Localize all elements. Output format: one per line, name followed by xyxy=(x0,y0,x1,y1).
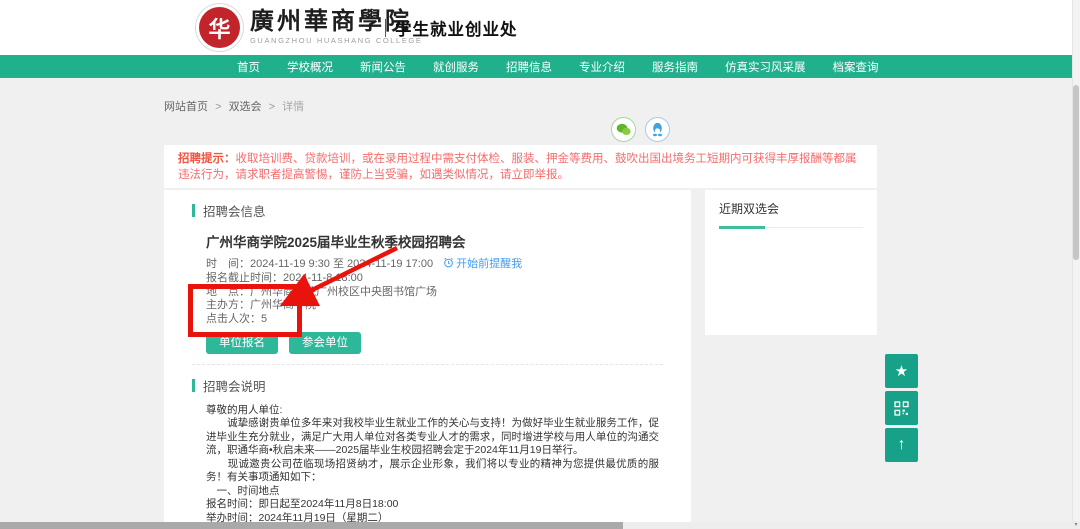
place-value: 广州华商学院广州校区中央图书馆广场 xyxy=(250,286,437,298)
back-to-top-button[interactable]: ↑ xyxy=(885,428,918,462)
attending-units-button[interactable]: 参会单位 xyxy=(289,332,361,354)
fair-time-line: 时 间：2024-11-19 9:30 至 2024-11-19 17:00 开始… xyxy=(206,257,661,272)
nav-item-service-guide[interactable]: 服务指南 xyxy=(652,59,698,75)
site-header: 华 廣州華商學院 GUANGZHOU HUASHANG COLLEGE 学生就业… xyxy=(0,0,1080,55)
article-paragraph: 报名时间：即日起至2024年11月8日18:00 xyxy=(206,498,659,512)
nav-item-major-intro[interactable]: 专业介绍 xyxy=(579,59,625,75)
logo-glyph: 华 xyxy=(208,12,230,44)
nav-item-recruit-info[interactable]: 招聘信息 xyxy=(506,59,552,75)
recent-fairs-panel: 近期双选会 xyxy=(705,190,877,335)
time-label: 时 间： xyxy=(206,258,250,270)
wechat-share-icon[interactable] xyxy=(611,117,636,142)
warning-prefix: 招聘提示： xyxy=(178,153,236,165)
fair-place-line: 地 点：广州华商学院广州校区中央图书馆广场 xyxy=(206,286,661,300)
warning-text: 收取培训费、贷款培训，或在录用过程中需支付体检、服装、押金等费用、鼓吹出国出境务… xyxy=(178,153,857,181)
clicks-label: 点击人次： xyxy=(206,313,261,325)
breadcrumb-home[interactable]: 网站首页 xyxy=(164,101,208,113)
fair-button-row: 单位报名 参会单位 xyxy=(206,332,661,354)
place-label: 地 点： xyxy=(206,286,250,298)
time-value: 2024-11-19 9:30 至 2024-11-19 17:00 xyxy=(250,258,433,270)
host-label: 主办方： xyxy=(206,299,250,311)
breadcrumb-separator: > xyxy=(269,101,275,113)
star-icon: ★ xyxy=(895,362,908,380)
alarm-clock-icon xyxy=(443,257,454,268)
up-arrow-icon: ↑ xyxy=(898,436,906,454)
horizontal-scrollbar-track[interactable] xyxy=(0,522,1072,529)
main-nav: 首页 学校概况 新闻公告 就创服务 招聘信息 专业介绍 服务指南 仿真实习风采展… xyxy=(0,55,1080,78)
vertical-scrollbar-thumb[interactable] xyxy=(1073,85,1079,260)
dept-name: 学生就业创业处 xyxy=(395,16,518,40)
qr-code-button[interactable] xyxy=(885,391,918,425)
qr-code-icon xyxy=(894,401,909,416)
horizontal-scrollbar-thumb[interactable] xyxy=(0,522,623,529)
breadcrumb-separator: > xyxy=(215,101,221,113)
fair-info-section-title: 招聘会信息 xyxy=(203,201,266,220)
unit-register-button[interactable]: 单位报名 xyxy=(206,332,278,354)
share-bar xyxy=(611,117,670,142)
fair-desc-section-header: 招聘会说明 xyxy=(192,376,691,395)
breadcrumb: 网站首页 > 双选会 > 详情 xyxy=(164,98,304,114)
deadline-label: 报名截止时间： xyxy=(206,272,283,284)
fair-deadline-line: 报名截止时间：2024-11-8 18:00 xyxy=(206,272,661,286)
fair-detail-block: 广州华商学院2025届毕业生秋季校园招聘会 时 间：2024-11-19 9:3… xyxy=(164,220,691,354)
fair-title: 广州华商学院2025届毕业生秋季校园招聘会 xyxy=(206,235,661,251)
article-paragraph: 诚挚感谢贵单位多年来对我校毕业生就业工作的关心与支持！为做好毕业生就业服务工作，… xyxy=(206,417,659,458)
nav-item-employment-service[interactable]: 就创服务 xyxy=(433,59,479,75)
article-paragraph: 尊敬的用人单位: xyxy=(206,404,659,418)
deadline-value: 2024-11-8 18:00 xyxy=(283,272,363,284)
breadcrumb-current: 详情 xyxy=(282,101,304,113)
dept-block: 学生就业创业处 xyxy=(385,16,518,40)
school-logo-icon[interactable]: 华 xyxy=(199,7,240,48)
fair-info-section-header: 招聘会信息 xyxy=(192,201,691,220)
fair-desc-section-title: 招聘会说明 xyxy=(203,376,266,395)
fair-clicks-line: 点击人次：5 xyxy=(206,313,661,327)
section-accent-bar xyxy=(192,379,195,392)
host-value: 广州华商学院 xyxy=(250,299,316,311)
recruit-warning-notice: 招聘提示：收取培训费、贷款培训，或在录用过程中需支付体检、服装、押金等费用、鼓吹… xyxy=(164,145,877,188)
nav-item-school-overview[interactable]: 学校概况 xyxy=(287,59,333,75)
nav-item-simulation-internship[interactable]: 仿真实习风采展 xyxy=(725,59,806,75)
fair-host-line: 主办方：广州华商学院 xyxy=(206,299,661,313)
section-divider xyxy=(192,364,663,365)
fair-description-article: 尊敬的用人单位: 诚挚感谢贵单位多年来对我校毕业生就业工作的关心与支持！为做好毕… xyxy=(164,395,691,529)
article-paragraph: 一、时间地点 xyxy=(206,485,659,499)
remind-me-link[interactable]: 开始前提醒我 xyxy=(443,258,522,270)
divider xyxy=(385,19,386,37)
nav-item-home[interactable]: 首页 xyxy=(237,59,260,75)
recent-fairs-title: 近期双选会 xyxy=(719,200,863,217)
sidebar-title-underline xyxy=(719,226,863,229)
nav-item-archive-query[interactable]: 档案查询 xyxy=(833,59,879,75)
breadcrumb-fair-list[interactable]: 双选会 xyxy=(229,101,262,113)
qq-share-icon[interactable] xyxy=(645,117,670,142)
favorite-button[interactable]: ★ xyxy=(885,354,918,388)
vertical-scrollbar-track[interactable] xyxy=(1072,0,1080,529)
clicks-value: 5 xyxy=(261,313,267,325)
fair-info-card: 招聘会信息 广州华商学院2025届毕业生秋季校园招聘会 时 间：2024-11-… xyxy=(164,190,691,529)
section-accent-bar xyxy=(192,204,195,217)
scrollbar-corner: ▾ xyxy=(1072,521,1080,529)
nav-item-news[interactable]: 新闻公告 xyxy=(360,59,406,75)
article-paragraph: 现诚邀贵公司莅临现场招贤纳才，展示企业形象，我们将以专业的精神为您提供最优质的服… xyxy=(206,458,659,485)
page: 华 廣州華商學院 GUANGZHOU HUASHANG COLLEGE 学生就业… xyxy=(0,0,1080,529)
